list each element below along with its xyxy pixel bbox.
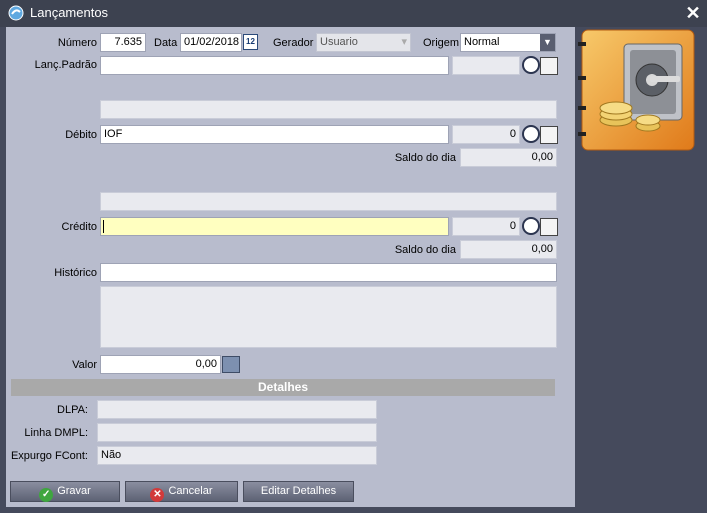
linha-dmpl-field <box>97 423 377 442</box>
cancelar-button[interactable]: ✕ Cancelar <box>125 481 238 502</box>
app-icon <box>8 5 24 21</box>
calculator-icon[interactable] <box>222 356 240 373</box>
historico-complement[interactable] <box>100 286 557 348</box>
gravar-label: Gravar <box>57 485 91 497</box>
list-icon[interactable] <box>540 57 558 75</box>
window-title: Lançamentos <box>30 5 109 20</box>
detalhes-header: Detalhes <box>11 379 555 396</box>
numero-label: Número <box>57 37 97 49</box>
lanc-padrao-field[interactable] <box>100 56 449 75</box>
lanc-padrao-code <box>452 56 520 75</box>
linha-dmpl-label: Linha DMPL: <box>24 427 88 439</box>
numero-field[interactable]: 7.635 <box>100 33 146 52</box>
debito-saldo-value: 0,00 <box>460 148 557 167</box>
lanc-padrao-label: Lanç.Padrão <box>34 59 97 71</box>
gerador-select[interactable]: Usuario ▾ <box>316 33 411 52</box>
list-icon[interactable] <box>540 218 558 236</box>
cancel-icon: ✕ <box>150 488 165 502</box>
dropdown-arrow-icon: ▼ <box>540 34 555 51</box>
text-cursor <box>103 220 104 233</box>
gerador-label: Gerador <box>273 37 314 49</box>
valor-field[interactable]: 0,00 <box>100 355 221 374</box>
origem-select[interactable]: Normal ▼ <box>460 33 556 52</box>
close-icon[interactable]: ✕ <box>684 4 702 22</box>
editar-detalhes-label: Editar Detalhes <box>260 485 337 497</box>
list-icon[interactable] <box>540 126 558 144</box>
historico-label: Histórico <box>54 267 97 279</box>
vault-icon <box>578 29 695 151</box>
origem-label: Origem <box>423 37 460 49</box>
credito-field[interactable] <box>100 217 449 236</box>
credito-saldo-label: Saldo do dia <box>394 244 456 256</box>
expurgo-field: Não <box>97 446 377 465</box>
dlpa-field <box>97 400 377 419</box>
valor-label: Valor <box>72 359 97 371</box>
debito-code: 0 <box>452 125 520 144</box>
search-icon[interactable] <box>522 125 540 143</box>
data-field[interactable]: 01/02/2018 <box>180 33 242 52</box>
editar-detalhes-button[interactable]: Editar Detalhes <box>243 481 354 502</box>
gravar-button[interactable]: ✓ Gravar <box>10 481 120 502</box>
calendar-icon[interactable]: 12 <box>243 34 258 50</box>
debito-description <box>100 100 557 119</box>
credito-code: 0 <box>452 217 520 236</box>
debito-field[interactable]: IOF <box>100 125 449 144</box>
search-icon[interactable] <box>522 217 540 235</box>
credito-saldo-value: 0,00 <box>460 240 557 259</box>
historico-field[interactable] <box>100 263 557 282</box>
debito-saldo-label: Saldo do dia <box>394 152 456 164</box>
credito-label: Crédito <box>61 221 97 233</box>
cancelar-label: Cancelar <box>168 485 213 497</box>
search-icon[interactable] <box>522 56 540 74</box>
credito-description <box>100 192 557 211</box>
dlpa-label: DLPA: <box>57 404 88 416</box>
dropdown-arrow-icon: ▾ <box>401 36 407 48</box>
expurgo-label: Expurgo FCont: <box>10 450 88 462</box>
data-label: Data <box>154 37 178 49</box>
gerador-value: Usuario <box>320 36 358 48</box>
origem-value: Normal <box>464 36 500 48</box>
debito-label: Débito <box>65 129 97 141</box>
check-icon: ✓ <box>39 488 54 502</box>
